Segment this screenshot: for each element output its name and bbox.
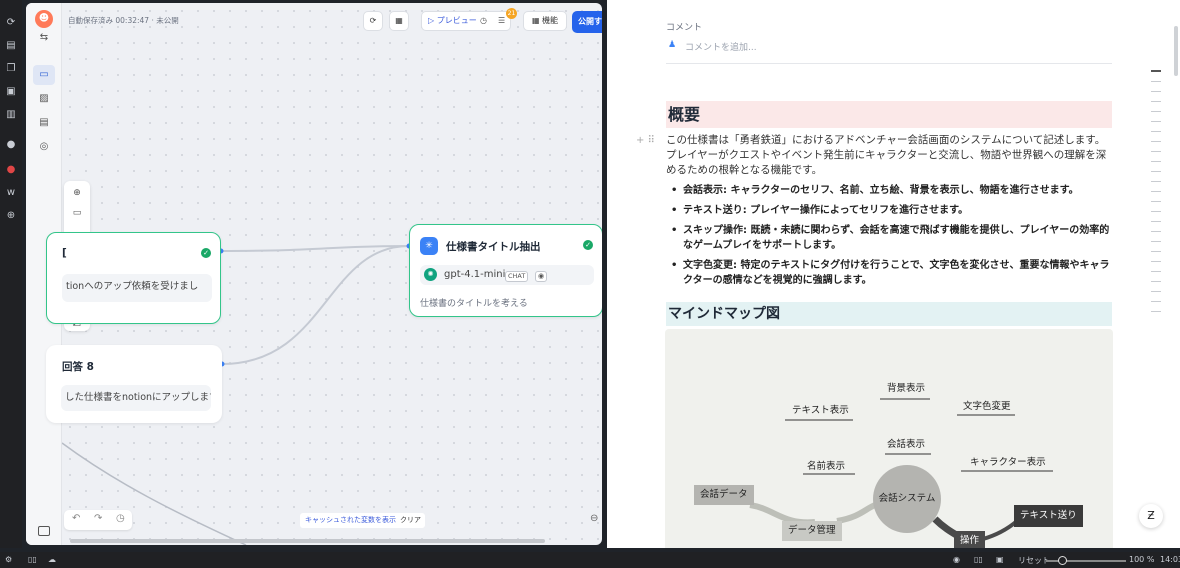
document-pane: コメント ♟ コメントを追加... 概要 + ⠿ この仕様書は「勇者鉄道」におけ… xyxy=(607,0,1180,548)
model-name: gpt-4.1-mini xyxy=(444,269,506,280)
features-button[interactable]: ▦ 機能 xyxy=(523,11,567,31)
success-check-icon: ✓ xyxy=(583,240,593,250)
openai-icon: ✺ xyxy=(424,268,437,281)
note-add-icon[interactable]: ▭ xyxy=(71,207,83,219)
node-bracket: [ xyxy=(62,247,67,259)
app-logo-icon[interactable]: ☻ xyxy=(35,10,53,28)
block-handle-icon[interactable]: + ⠿ xyxy=(636,135,655,146)
comment-user-icon: ♟ xyxy=(668,40,677,50)
wallet-icon[interactable]: w xyxy=(4,186,18,200)
eye-icon[interactable]: ◉ xyxy=(535,271,548,282)
history-controls: ↶ ↷ ◷ xyxy=(64,510,132,530)
settings-icon[interactable]: ⚙ xyxy=(5,555,12,564)
mm-bg: 背景表示 xyxy=(887,383,926,394)
settings-icon[interactable]: ⇆ xyxy=(37,31,51,45)
tiling-icon[interactable]: ▯▯ xyxy=(974,555,983,564)
heading-overview: 概要 xyxy=(666,101,1112,128)
apps-icon[interactable]: ❐ xyxy=(4,62,18,76)
node-answer[interactable]: 回答 8 した仕様書をnotionにアップします...] xyxy=(46,345,222,423)
node-title-extract[interactable]: ✳ 仕様書タイトル抽出 ✓ ✺ gpt-4.1-mini CHAT ◉ 仕様書の… xyxy=(409,224,602,317)
redo-icon[interactable]: ↷ xyxy=(94,513,102,524)
show-cached-vars-button[interactable]: キャッシュされた変数を表示 xyxy=(300,513,401,528)
ai-assist-icon[interactable]: Ƶ xyxy=(1139,504,1163,528)
vivaldi-icon[interactable]: ● xyxy=(4,163,18,177)
history-icon[interactable]: ◷ xyxy=(116,513,125,524)
zoom-level: 100 % xyxy=(1129,555,1155,564)
document-icon[interactable]: ▤ xyxy=(37,116,51,130)
mindmap-diagram: 背景表示 テキスト表示 文字色変更 会話表示 名前表示 キャラクター表示 会話シ… xyxy=(665,329,1113,548)
workflow-editor: ☻ ⇆ ▭ ▨ ▤ ◎ 自動保存済み 00:32:47 · 未公開 ⟳ ▦ ▷ … xyxy=(26,3,602,545)
notification-badge: 21 xyxy=(506,8,517,19)
node-answer-title: 回答 8 xyxy=(62,361,94,373)
cloud-icon[interactable]: ☁ xyxy=(48,555,56,564)
bullet-item[interactable]: 会話表示: キャラクターのセリフ、名前、立ち絵、背景を表示し、物語を進行させます… xyxy=(671,183,1111,198)
node-upload-request[interactable]: [ ✓ tionへのアップ依頼を受けまし xyxy=(46,232,221,324)
bullet-item[interactable]: テキスト送り: プレイヤー操作によってセリフを進行させます。 xyxy=(671,203,1111,218)
mm-name-display: 名前表示 xyxy=(807,461,846,472)
zoom-out-icon[interactable]: ⊖ xyxy=(590,513,598,524)
image-icon[interactable]: ▨ xyxy=(37,92,51,106)
mm-center: 会話システム xyxy=(873,465,941,533)
add-panel-icon[interactable]: ⊕ xyxy=(4,209,18,223)
refresh-icon[interactable]: ⟳ xyxy=(4,16,18,30)
node-description: 仕様書のタイトルを考える xyxy=(420,299,528,309)
success-check-icon: ✓ xyxy=(201,248,211,258)
status-bar: ⚙ ▯▯ ☁ ◉ ▯▯ ▣ リセット 100 % 14:03 xyxy=(0,552,1180,568)
bullet-item[interactable]: スキップ操作: 既読・未読に関わらず、会話を高速で飛ばす機能を提供し、プレイヤー… xyxy=(671,223,1111,253)
overview-paragraph[interactable]: この仕様書は「勇者鉄道」におけるアドベンチャー会話画面のシステムについて記述しま… xyxy=(666,133,1112,178)
autosave-status: 自動保存済み 00:32:47 · 未公開 xyxy=(68,16,179,25)
mm-operation: 操作 xyxy=(954,531,986,548)
mm-conv-data: 会話データ xyxy=(694,485,754,505)
panel-icon[interactable]: ▯▯ xyxy=(28,555,37,564)
edge-2 xyxy=(221,245,410,365)
mm-text-advance: テキスト送り xyxy=(1014,505,1083,527)
note-icon[interactable]: ▥ xyxy=(4,108,18,122)
chat-chip: CHAT xyxy=(505,271,529,282)
help-icon[interactable]: ◎ xyxy=(37,140,51,154)
node-answer-output: した仕様書をnotionにアップします...] xyxy=(61,385,211,411)
preview-button[interactable]: ▷ プレビュー ◷ ☰ xyxy=(421,11,511,31)
timer-icon: ◷ xyxy=(480,16,487,25)
mm-conv-display: 会話表示 xyxy=(887,439,926,450)
clear-button[interactable]: クリア xyxy=(396,513,425,528)
edge-1 xyxy=(220,245,410,252)
table-of-contents[interactable] xyxy=(1151,70,1161,321)
capture-icon[interactable]: ◉ xyxy=(953,555,960,564)
horizontal-scrollbar[interactable] xyxy=(70,539,545,543)
embed-button[interactable]: ▦ xyxy=(389,11,409,31)
sidebar-toggle-icon[interactable] xyxy=(38,526,50,536)
mm-text-display: テキスト表示 xyxy=(792,405,849,416)
vertical-scrollbar[interactable] xyxy=(1174,26,1178,76)
publish-button[interactable]: 公開す xyxy=(572,11,602,33)
zoom-slider-knob[interactable] xyxy=(1058,556,1067,565)
divider xyxy=(666,63,1112,64)
undo-icon[interactable]: ↶ xyxy=(72,513,80,524)
add-node-icon[interactable]: ⊕ xyxy=(71,187,83,199)
comment-label: コメント xyxy=(666,23,703,33)
mm-color-change: 文字色変更 xyxy=(963,401,1011,412)
workflow-icon[interactable]: ▭ xyxy=(33,65,55,85)
mm-char-display: キャラクター表示 xyxy=(970,457,1046,468)
comment-input[interactable]: コメントを追加... xyxy=(685,40,757,53)
image-toggle-icon[interactable]: ▣ xyxy=(996,555,1004,564)
bullet-item[interactable]: 文字色変更: 特定のテキストにタグ付けを行うことで、文字色を変化させ、重要な情報… xyxy=(671,258,1111,288)
features-label: 機能 xyxy=(542,16,559,25)
heading-mindmap: マインドマップ図 xyxy=(666,302,1112,326)
preview-label: ▷ プレビュー xyxy=(428,16,477,25)
node-extract-title: 仕様書タイトル抽出 xyxy=(446,241,541,253)
grid-icon: ▦ xyxy=(531,16,543,25)
mastodon-icon[interactable]: ● xyxy=(4,138,18,152)
clock: 14:03 xyxy=(1160,555,1180,564)
os-sidebar: ⟳ ▤ ❐ ▣ ▥ ● ● w ⊕ xyxy=(0,0,22,548)
llm-icon: ✳ xyxy=(420,237,438,255)
list-icon: ☰ xyxy=(498,16,506,25)
rotate-button[interactable]: ⟳ xyxy=(363,11,383,31)
cube-icon[interactable]: ▣ xyxy=(4,85,18,99)
node-output: tionへのアップ依頼を受けまし xyxy=(62,274,212,302)
mm-data-mgmt: データ管理 xyxy=(782,521,842,541)
calendar-icon[interactable]: ▤ xyxy=(4,39,18,53)
